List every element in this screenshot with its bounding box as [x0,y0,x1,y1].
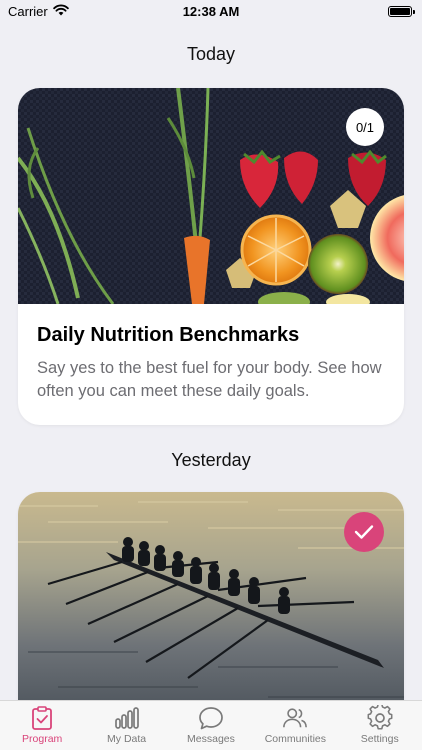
gear-icon [367,705,393,731]
section-title-yesterday: Yesterday [171,450,251,470]
tab-label: Settings [360,733,399,745]
card-daily-nutrition[interactable]: 0/1 Daily Nutrition Benchmarks Say yes t… [18,88,404,426]
card-body: Daily Nutrition Benchmarks Say yes to th… [18,304,404,425]
tab-label: Messages [187,733,235,745]
tab-bar: Program My Data Messages Communities Set… [0,700,422,750]
completed-check-icon [344,512,384,552]
tab-label: My Data [107,733,147,745]
battery-icon [388,5,415,17]
tab-program[interactable]: Program [0,705,84,745]
progress-badge: 0/1 [346,108,384,146]
tab-messages[interactable]: Messages [169,705,253,745]
tab-settings[interactable]: Settings [338,705,422,745]
bar-chart-icon [114,705,140,731]
people-icon [282,705,308,731]
section-title-today: Today [186,44,236,64]
wifi-icon [52,4,69,19]
card-rowing[interactable] [18,492,404,712]
status-left: Carrier [8,4,69,19]
chat-bubble-icon [198,705,224,731]
carrier-label: Carrier [8,3,48,19]
tab-communities[interactable]: Communities [253,705,337,745]
tab-label: Program [22,733,63,745]
program-icon [29,705,55,731]
card-title: Daily Nutrition Benchmarks [37,324,300,346]
status-bar: Carrier 12:38 AM [0,0,422,22]
tab-my-data[interactable]: My Data [85,705,169,745]
tab-label: Communities [264,733,326,745]
card-description: Say yes to the best fuel for your body. … [37,359,382,401]
